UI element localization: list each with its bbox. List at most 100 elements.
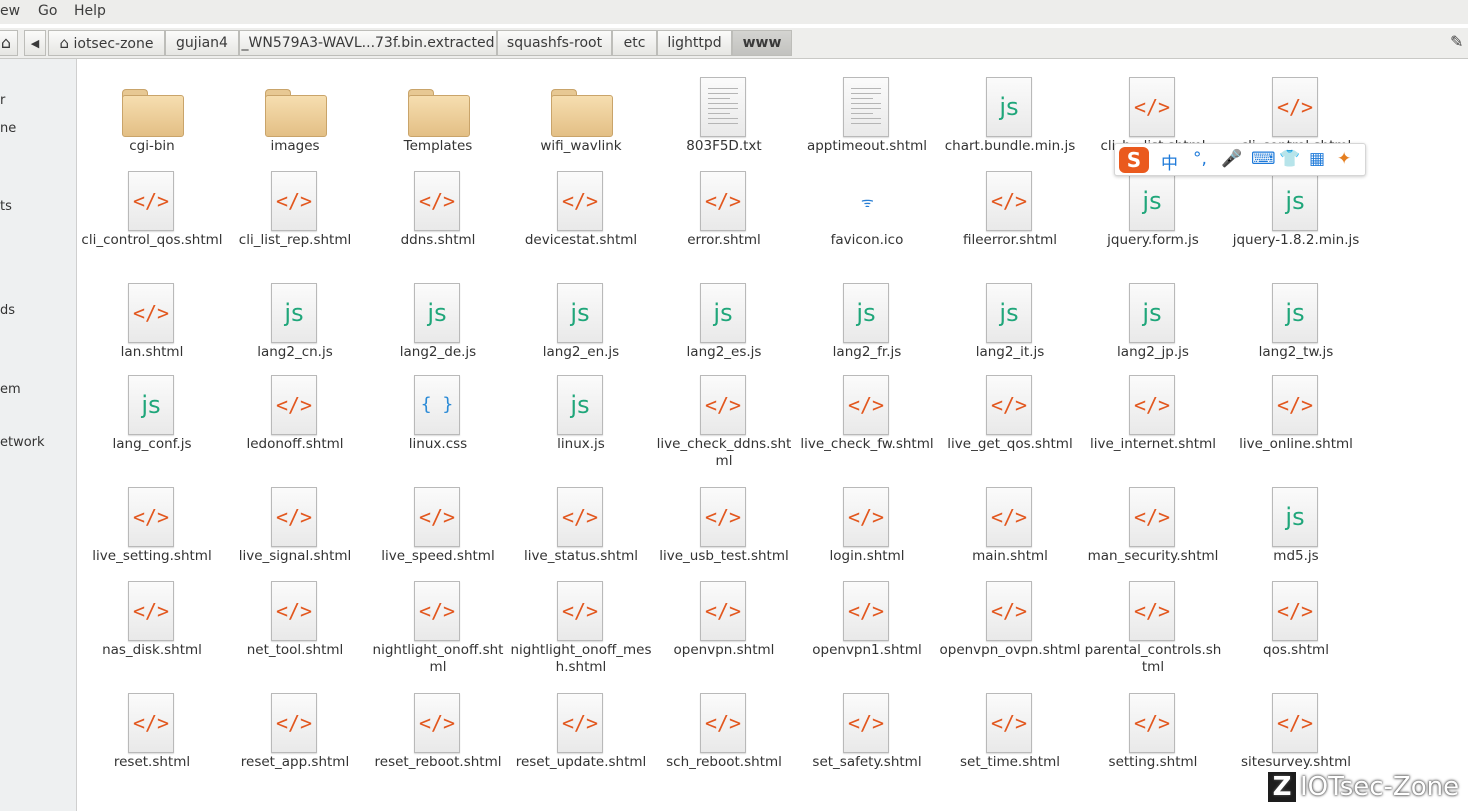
file-item[interactable]: js jquery.form.js xyxy=(1082,169,1224,269)
crumb-gujian4[interactable]: gujian4 xyxy=(165,30,239,56)
file-item[interactable]: wifi_wavlink xyxy=(510,75,652,175)
crumb-label: lighttpd xyxy=(667,35,722,51)
crumb-iotsec-zone[interactable]: ⌂ iotsec-zone xyxy=(48,30,165,56)
edit-path-icon[interactable]: ✎ xyxy=(1450,32,1463,51)
file-item[interactable]: </> error.shtml xyxy=(653,169,795,269)
file-item[interactable]: 803F5D.txt xyxy=(653,75,795,175)
sidebar-item[interactable]: ts xyxy=(0,199,12,214)
file-item[interactable]: </> nightlight_onoff.shtml xyxy=(367,579,509,679)
file-item[interactable]: </> nightlight_onoff_mesh.shtml xyxy=(510,579,652,679)
file-item[interactable]: </> set_safety.shtml xyxy=(796,691,938,791)
file-item[interactable]: </> cli_control_qos.shtml xyxy=(81,169,223,269)
html-file-icon: </> xyxy=(557,581,605,645)
html-file-icon: </> xyxy=(1129,77,1177,141)
file-item[interactable]: js lang2_tw.js xyxy=(1225,281,1367,381)
html-file-icon: </> xyxy=(414,581,462,645)
mascot-icon[interactable]: ✦ xyxy=(1337,149,1351,169)
file-name: main.shtml xyxy=(972,548,1048,564)
skin-icon[interactable]: 👕 xyxy=(1279,149,1300,169)
file-name: lang2_jp.js xyxy=(1117,344,1189,360)
file-name: qos.shtml xyxy=(1263,642,1329,658)
file-item[interactable]: </> live_setting.shtml xyxy=(81,485,223,585)
html-file-icon: </> xyxy=(986,171,1034,235)
crumb-squashfs-root[interactable]: squashfs-root xyxy=(497,30,612,56)
file-item[interactable]: </> reset.shtml xyxy=(81,691,223,791)
file-item[interactable]: js lang_conf.js xyxy=(81,373,223,473)
file-item[interactable]: apptimeout.shtml xyxy=(796,75,938,175)
file-item[interactable]: </> live_status.shtml xyxy=(510,485,652,585)
file-item[interactable]: </> live_speed.shtml xyxy=(367,485,509,585)
toolbox-icon[interactable]: ▦ xyxy=(1309,149,1325,169)
file-item[interactable]: </> devicestat.shtml xyxy=(510,169,652,269)
file-item[interactable]: { } linux.css xyxy=(367,373,509,473)
back-button[interactable]: ◀ xyxy=(24,30,46,56)
file-item[interactable]: </> live_check_fw.shtml xyxy=(796,373,938,473)
crumb-etc[interactable]: etc xyxy=(612,30,657,56)
sidebar-item[interactable]: ne xyxy=(0,121,16,136)
file-item[interactable]: </> set_time.shtml xyxy=(939,691,1081,791)
file-item[interactable]: </> ledonoff.shtml xyxy=(224,373,366,473)
menu-go[interactable]: Go xyxy=(38,3,57,19)
crumb-www[interactable]: www xyxy=(732,30,792,56)
crumb-lighttpd[interactable]: lighttpd xyxy=(657,30,732,56)
file-name: lan.shtml xyxy=(120,344,184,360)
file-item[interactable]: js lang2_cn.js xyxy=(224,281,366,381)
file-item[interactable]: </> openvpn.shtml xyxy=(653,579,795,679)
file-name: favicon.ico xyxy=(830,232,904,248)
file-item[interactable]: </> live_signal.shtml xyxy=(224,485,366,585)
file-item[interactable]: </> ddns.shtml xyxy=(367,169,509,269)
file-item[interactable]: </> nas_disk.shtml xyxy=(81,579,223,679)
file-item[interactable]: </> live_check_ddns.shtml xyxy=(653,373,795,473)
file-item[interactable]: </> sch_reboot.shtml xyxy=(653,691,795,791)
file-name: chart.bundle.min.js xyxy=(944,138,1076,154)
file-name: jquery-1.8.2.min.js xyxy=(1232,232,1360,248)
file-item[interactable]: </> qos.shtml xyxy=(1225,579,1367,679)
file-item[interactable]: </> main.shtml xyxy=(939,485,1081,585)
file-item[interactable]: </> reset_app.shtml xyxy=(224,691,366,791)
sidebar-item-network[interactable]: etwork xyxy=(0,435,45,450)
file-item[interactable]: </> fileerror.shtml xyxy=(939,169,1081,269)
file-item[interactable]: images xyxy=(224,75,366,175)
menu-view[interactable]: ew xyxy=(0,3,20,19)
file-item[interactable]: js lang2_it.js xyxy=(939,281,1081,381)
sidebar-item[interactable]: r xyxy=(0,93,5,108)
sidebar-item[interactable]: em xyxy=(0,382,21,397)
file-item[interactable]: </> reset_reboot.shtml xyxy=(367,691,509,791)
ime-language-toggle[interactable]: 中 xyxy=(1161,149,1178,174)
ime-toolbar[interactable]: S 中 °, 🎤 ⌨ 👕 ▦ ✦ xyxy=(1114,143,1366,176)
file-item[interactable]: js lang2_es.js xyxy=(653,281,795,381)
file-item[interactable]: </> live_usb_test.shtml xyxy=(653,485,795,585)
file-item[interactable]: </> parental_controls.shtml xyxy=(1082,579,1224,679)
file-item[interactable]: js linux.js xyxy=(510,373,652,473)
file-item[interactable]: js chart.bundle.min.js xyxy=(939,75,1081,175)
file-item[interactable]: js jquery-1.8.2.min.js xyxy=(1225,169,1367,269)
file-item[interactable]: cgi-bin xyxy=(81,75,223,175)
file-item[interactable]: </> live_online.shtml xyxy=(1225,373,1367,473)
file-item[interactable]: </> live_get_qos.shtml xyxy=(939,373,1081,473)
crumb-extracted[interactable]: _WN579A3-WAVL...73f.bin.extracted xyxy=(239,30,497,56)
file-item[interactable]: Templates xyxy=(367,75,509,175)
file-item[interactable]: </> openvpn_ovpn.shtml xyxy=(939,579,1081,679)
file-item[interactable]: js lang2_de.js xyxy=(367,281,509,381)
file-item[interactable]: js md5.js xyxy=(1225,485,1367,585)
file-item[interactable]: js lang2_en.js xyxy=(510,281,652,381)
keyboard-icon[interactable]: ⌨ xyxy=(1251,149,1276,169)
file-item[interactable]: </> setting.shtml xyxy=(1082,691,1224,791)
microphone-icon[interactable]: 🎤 xyxy=(1221,149,1242,169)
file-item[interactable]: </> cli_list_rep.shtml xyxy=(224,169,366,269)
file-item[interactable]: </> login.shtml xyxy=(796,485,938,585)
file-item[interactable]: </> live_internet.shtml xyxy=(1082,373,1224,473)
file-item[interactable]: js lang2_fr.js xyxy=(796,281,938,381)
file-item[interactable]: </> man_security.shtml xyxy=(1082,485,1224,585)
menu-help[interactable]: Help xyxy=(74,3,106,19)
home-button[interactable]: ⌂ xyxy=(0,30,18,56)
sidebar-item[interactable]: ds xyxy=(0,303,15,318)
file-item[interactable]: </> reset_update.shtml xyxy=(510,691,652,791)
file-item[interactable]: ᯤ favicon.ico xyxy=(796,169,938,269)
punctuation-icon[interactable]: °, xyxy=(1193,149,1207,169)
file-item[interactable]: </> net_tool.shtml xyxy=(224,579,366,679)
file-item[interactable]: </> lan.shtml xyxy=(81,281,223,381)
file-item[interactable]: </> openvpn1.shtml xyxy=(796,579,938,679)
html-file-icon: </> xyxy=(986,487,1034,551)
file-item[interactable]: js lang2_jp.js xyxy=(1082,281,1224,381)
